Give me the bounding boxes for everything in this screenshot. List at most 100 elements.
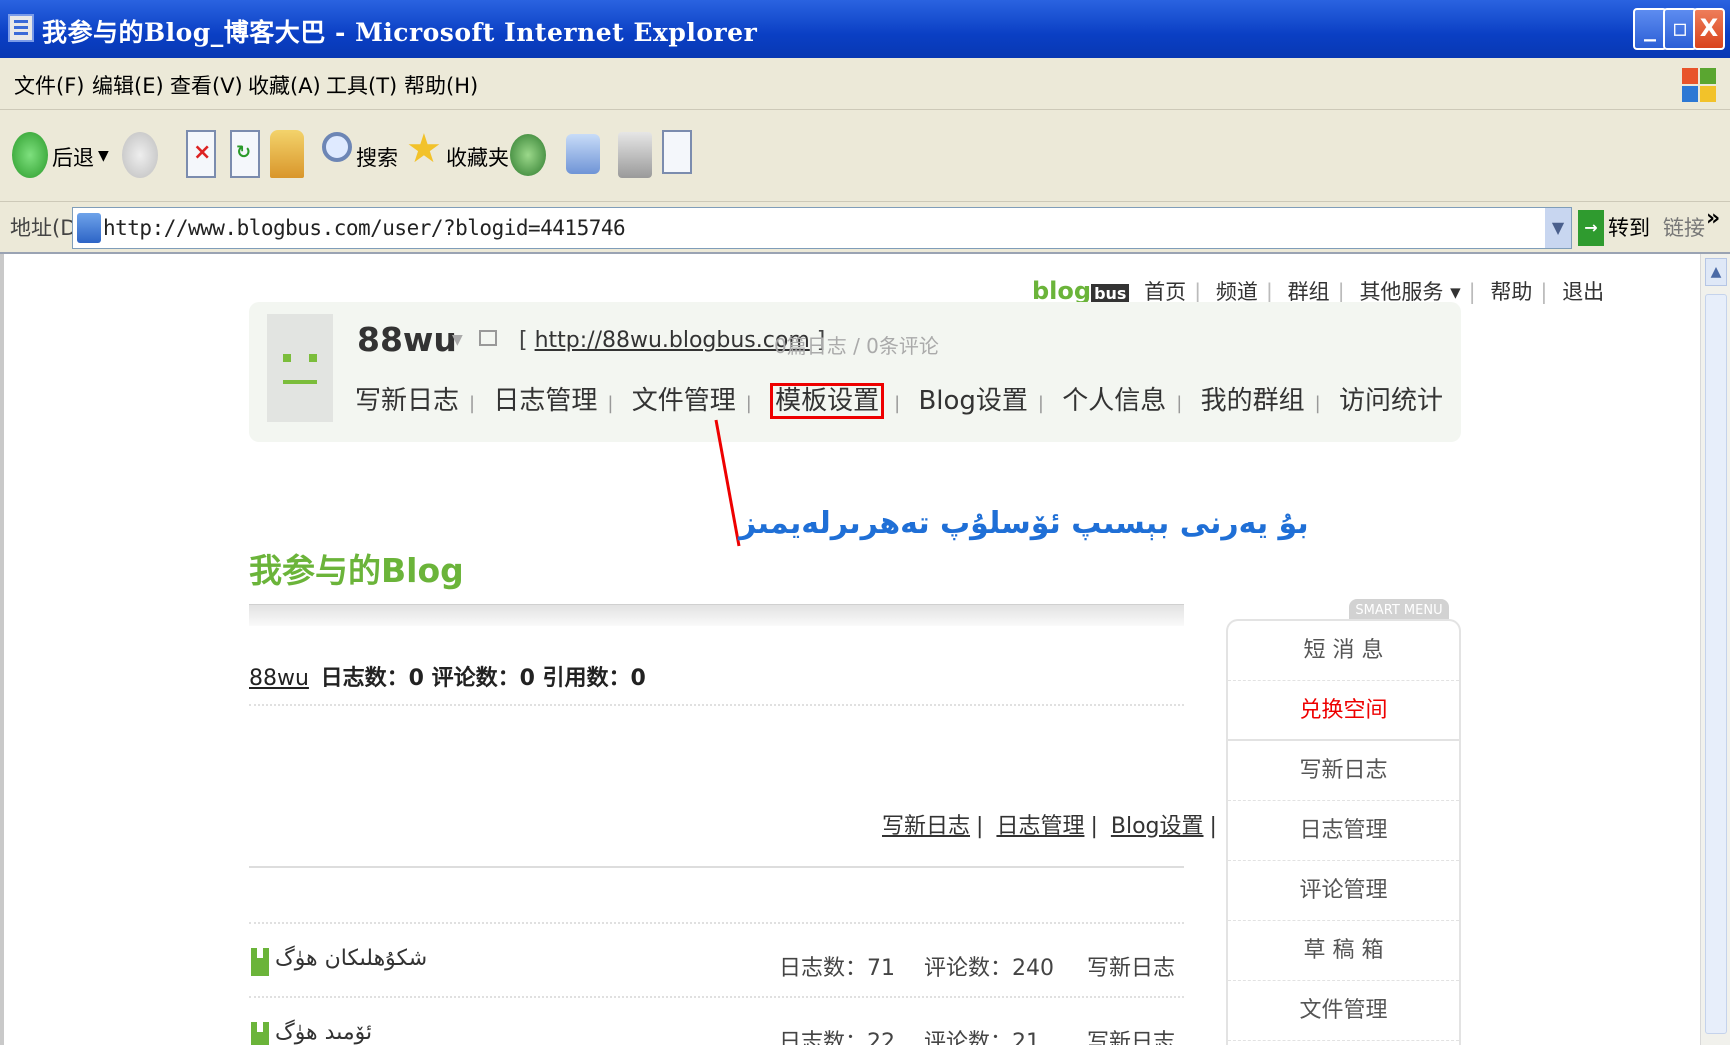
sm-comment-manage[interactable]: 评论管理 — [1228, 861, 1459, 921]
sm-short-message[interactable]: 短 消 息 — [1228, 621, 1459, 681]
blog-header-panel: 88wu ▼ [ http://88wu.blogbus.com ] 0篇日志 … — [249, 302, 1461, 442]
window-title: 我参与的Blog_博客大巴 - Microsoft Internet Explo… — [42, 18, 758, 47]
title-bar: 我参与的Blog_博客大巴 - Microsoft Internet Explo… — [0, 0, 1730, 58]
mail-icon[interactable] — [566, 134, 600, 174]
menu-favorites[interactable]: 收藏(A) — [248, 70, 321, 100]
print-icon[interactable] — [618, 132, 652, 178]
blog-title[interactable]: شكۇھلىكان ھۈگ — [275, 946, 427, 971]
annotation-text: بۇ يەرنى بېسىپ ئۆسلۇپ تەھرىرلەيمىز — [739, 506, 1309, 541]
links-more-chevron-icon[interactable]: » — [1706, 206, 1720, 231]
stats-user-link[interactable]: 88wu — [249, 666, 309, 691]
toolbar: 后退 ▼ × ↻ 搜索 ★ 收藏夹 — [0, 110, 1730, 202]
sm-post-manage[interactable]: 日志管理 — [1228, 801, 1459, 861]
minimize-button[interactable]: _ — [1633, 8, 1667, 50]
stop-icon[interactable]: × — [186, 130, 216, 178]
topnav-help[interactable]: 帮助 — [1490, 280, 1532, 304]
title-divider — [249, 604, 1184, 626]
close-button[interactable]: X — [1693, 8, 1725, 50]
topnav-other-services[interactable]: 其他服务 ▾ — [1359, 280, 1460, 304]
smart-menu: 短 消 息 兑换空间 写新日志 日志管理 评论管理 草 稿 箱 文件管理 — [1226, 619, 1461, 1045]
nav-personal-info[interactable]: 个人信息 — [1062, 386, 1166, 416]
nav-my-groups[interactable]: 我的群组 — [1201, 386, 1305, 416]
quick-post-manage[interactable]: 日志管理 — [996, 814, 1084, 839]
sm-exchange-space[interactable]: 兑换空间 — [1228, 681, 1459, 741]
dotted-divider — [249, 922, 1184, 924]
write-post-link[interactable]: 写新日志 — [1087, 1024, 1175, 1045]
comment-count: 评论数：21 — [924, 1030, 1040, 1045]
menu-help[interactable]: 帮助(H) — [404, 70, 478, 100]
windows-logo-icon — [1678, 64, 1718, 104]
list-item: ئۆمىد ھۈگ 日志数：22 评论数：21 写新日志 — [249, 1004, 1184, 1045]
topnav-channel[interactable]: 频道 — [1216, 280, 1258, 304]
search-icon[interactable] — [322, 132, 352, 162]
address-url[interactable]: http://www.blogbus.com/user/?blogid=4415… — [103, 216, 626, 240]
home-icon[interactable] — [270, 130, 304, 178]
comment-count: 评论数：240 — [924, 956, 1054, 981]
nav-blog-settings[interactable]: Blog设置 — [918, 386, 1027, 416]
menu-view[interactable]: 查看(V) — [170, 70, 243, 100]
forward-arrow-icon[interactable] — [122, 132, 158, 178]
topnav-home[interactable]: 首页 — [1144, 280, 1186, 304]
search-label[interactable]: 搜索 — [356, 142, 398, 172]
scroll-thumb[interactable] — [1705, 294, 1727, 1034]
blog-url-link[interactable]: http://88wu.blogbus.com — [535, 328, 810, 353]
write-post-link[interactable]: 写新日志 — [1087, 950, 1175, 982]
vertical-scrollbar[interactable]: ▲ — [1700, 254, 1730, 1045]
favorites-label[interactable]: 收藏夹 — [446, 142, 509, 172]
list-item: شكۇھلىكان ھۈگ 日志数：71 评论数：240 写新日志 — [249, 930, 1184, 990]
address-bar: 地址(D) http://www.blogbus.com/user/?blogi… — [0, 202, 1730, 254]
nav-post-manage[interactable]: 日志管理 — [493, 386, 597, 416]
nav-write-post[interactable]: 写新日志 — [355, 386, 459, 416]
blog-stats: 88wu 日志数：0 评论数：0 引用数：0 — [249, 660, 646, 692]
refresh-icon[interactable]: ↻ — [230, 130, 260, 178]
nav-visit-stats[interactable]: 访问统计 — [1339, 386, 1443, 416]
topnav-logout[interactable]: 退出 — [1562, 280, 1604, 304]
ie-page-icon — [77, 213, 101, 243]
sm-drafts[interactable]: 草 稿 箱 — [1228, 921, 1459, 981]
back-dropdown-icon[interactable]: ▼ — [98, 148, 109, 164]
blog-counts: 0篇日志 / 0条评论 — [774, 334, 939, 358]
browser-window: { "window": { "title": "我参与的Blog_博客大巴 - … — [0, 0, 1730, 1045]
quick-blog-settings[interactable]: Blog设置 — [1111, 814, 1204, 839]
blog-icon — [251, 948, 269, 976]
back-arrow-icon[interactable] — [12, 132, 48, 178]
nav-template-settings[interactable]: 模板设置 — [770, 383, 885, 419]
post-count: 日志数：71 — [779, 956, 895, 981]
page-title: 我参与的Blog — [249, 551, 464, 590]
links-button[interactable]: 链接 — [1663, 212, 1705, 242]
blog-name[interactable]: 88wu — [357, 320, 457, 359]
back-label[interactable]: 后退 — [52, 142, 94, 172]
dotted-divider — [249, 996, 1184, 998]
sm-file-manage[interactable]: 文件管理 — [1228, 981, 1459, 1041]
blog-icon — [251, 1022, 269, 1045]
edit-page-icon[interactable] — [662, 130, 692, 174]
blog-admin-nav: 写新日志 | 日志管理 | 文件管理 | 模板设置 | Blog设置 | 个人信息 | 我的… — [355, 380, 1443, 419]
avatar[interactable] — [267, 314, 333, 422]
content-divider — [249, 866, 1184, 868]
menu-file[interactable]: 文件(F) — [14, 70, 84, 100]
menu-tools[interactable]: 工具(T) — [326, 70, 397, 100]
history-icon[interactable] — [510, 134, 546, 176]
nav-file-manage[interactable]: 文件管理 — [632, 386, 736, 416]
quick-write-post[interactable]: 写新日志 — [882, 814, 970, 839]
menu-edit[interactable]: 编辑(E) — [92, 70, 164, 100]
topnav-groups[interactable]: 群组 — [1288, 280, 1330, 304]
dotted-divider — [249, 704, 1184, 706]
post-count: 日志数：22 — [779, 1030, 895, 1045]
maximize-button[interactable]: ▫ — [1663, 8, 1697, 50]
page-viewport: blog bus 首页 | 频道 | 群组 | 其他服务 ▾ | 帮助 | 退出 88wu … — [0, 254, 1700, 1045]
ie-page-icon — [8, 14, 34, 42]
favorites-star-icon[interactable]: ★ — [406, 126, 442, 172]
blog-switch-dropdown-icon[interactable]: ▼ — [452, 332, 463, 348]
go-button[interactable]: 转到 — [1608, 212, 1650, 242]
go-arrow-icon[interactable]: → — [1578, 210, 1604, 246]
scroll-up-icon[interactable]: ▲ — [1705, 258, 1727, 286]
open-window-icon[interactable] — [479, 330, 497, 346]
address-input[interactable]: http://www.blogbus.com/user/?blogid=4415… — [72, 207, 1572, 249]
sm-write-post[interactable]: 写新日志 — [1228, 741, 1459, 801]
blog-title[interactable]: ئۆمىد ھۈگ — [275, 1020, 372, 1045]
address-dropdown-icon[interactable]: ▼ — [1545, 208, 1571, 248]
stats-text: 日志数：0 评论数：0 引用数：0 — [320, 666, 646, 691]
quick-links: 写新日志| 日志管理| Blog设置| 模板 — [882, 808, 1274, 840]
blogbus-logo[interactable]: blog bus — [1032, 277, 1130, 305]
